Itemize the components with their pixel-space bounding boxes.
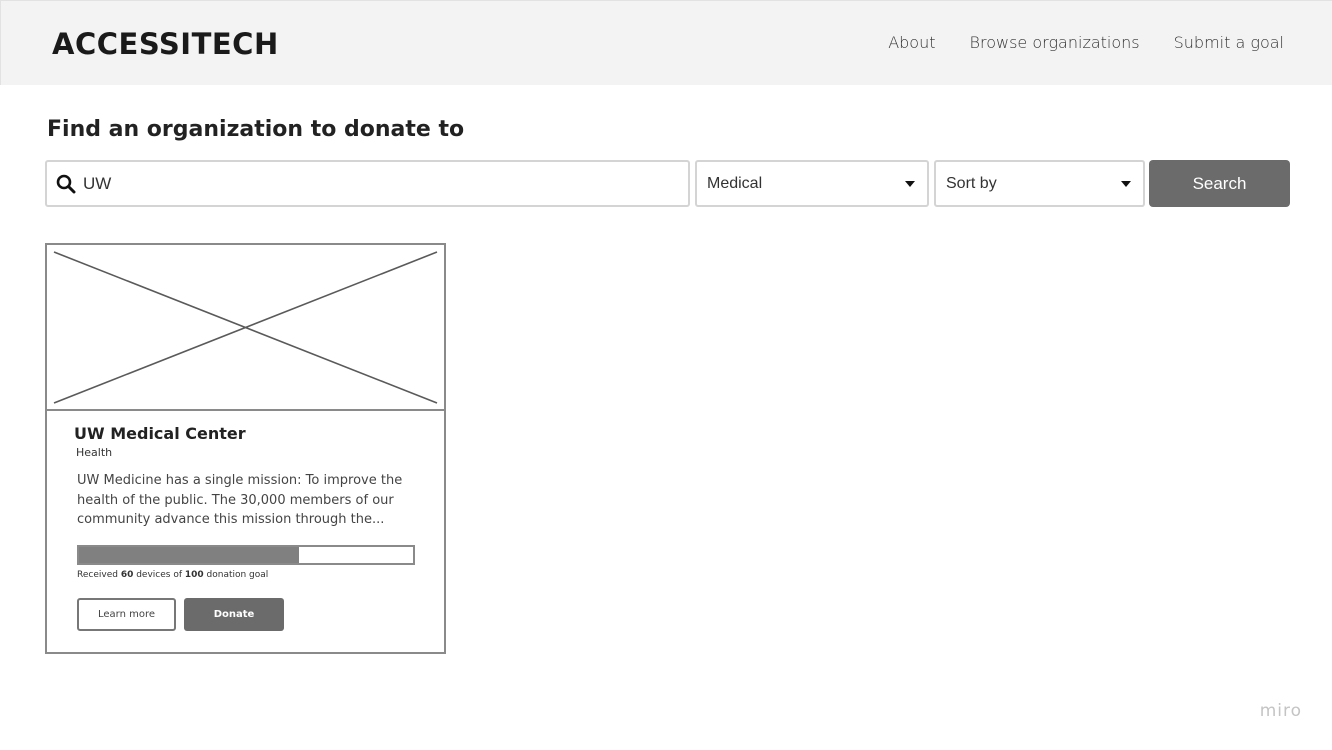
donation-progress-fill (79, 547, 300, 563)
search-box[interactable] (45, 160, 690, 207)
donation-progress-text: Received 60 devices of 100 donation goal (77, 569, 268, 581)
main-nav: About Browse organizations Submit a goal (888, 33, 1284, 53)
chevron-down-icon (1121, 180, 1131, 187)
donate-button[interactable]: Donate (184, 598, 284, 631)
miro-watermark: miro (1259, 701, 1302, 721)
image-placeholder (47, 245, 444, 411)
nav-submit-goal-link[interactable]: Submit a goal (1174, 33, 1284, 53)
sort-select[interactable]: Sort by (934, 160, 1145, 207)
donation-progress-bar (77, 545, 415, 565)
goal-count: 100 (184, 570, 204, 580)
organization-description: UW Medicine has a single mission: To imp… (77, 473, 403, 527)
organization-title[interactable]: UW Medical Center (74, 424, 246, 444)
organization-category: Health (76, 446, 113, 459)
nav-about-link[interactable]: About (888, 33, 935, 53)
received-count: 60 (120, 570, 134, 580)
progress-suffix: donation goal (203, 570, 269, 580)
search-icon (56, 173, 78, 195)
organization-card: UW Medical Center Health UW Medicine has… (45, 243, 446, 654)
category-select[interactable]: Medical (695, 160, 929, 207)
sort-select-value: Sort by (946, 174, 997, 192)
learn-more-button[interactable]: Learn more (77, 598, 176, 631)
search-input[interactable] (83, 168, 663, 199)
search-button[interactable]: Search (1149, 160, 1290, 207)
chevron-down-icon (905, 180, 915, 187)
progress-middle: devices of (133, 570, 185, 580)
site-header: ACCESSITECH About Browse organizations S… (0, 0, 1332, 85)
progress-prefix: Received (77, 570, 121, 580)
logo[interactable]: ACCESSITECH (52, 27, 279, 61)
nav-browse-organizations-link[interactable]: Browse organizations (970, 33, 1140, 53)
category-select-value: Medical (707, 174, 763, 192)
page-title: Find an organization to donate to (47, 117, 465, 142)
